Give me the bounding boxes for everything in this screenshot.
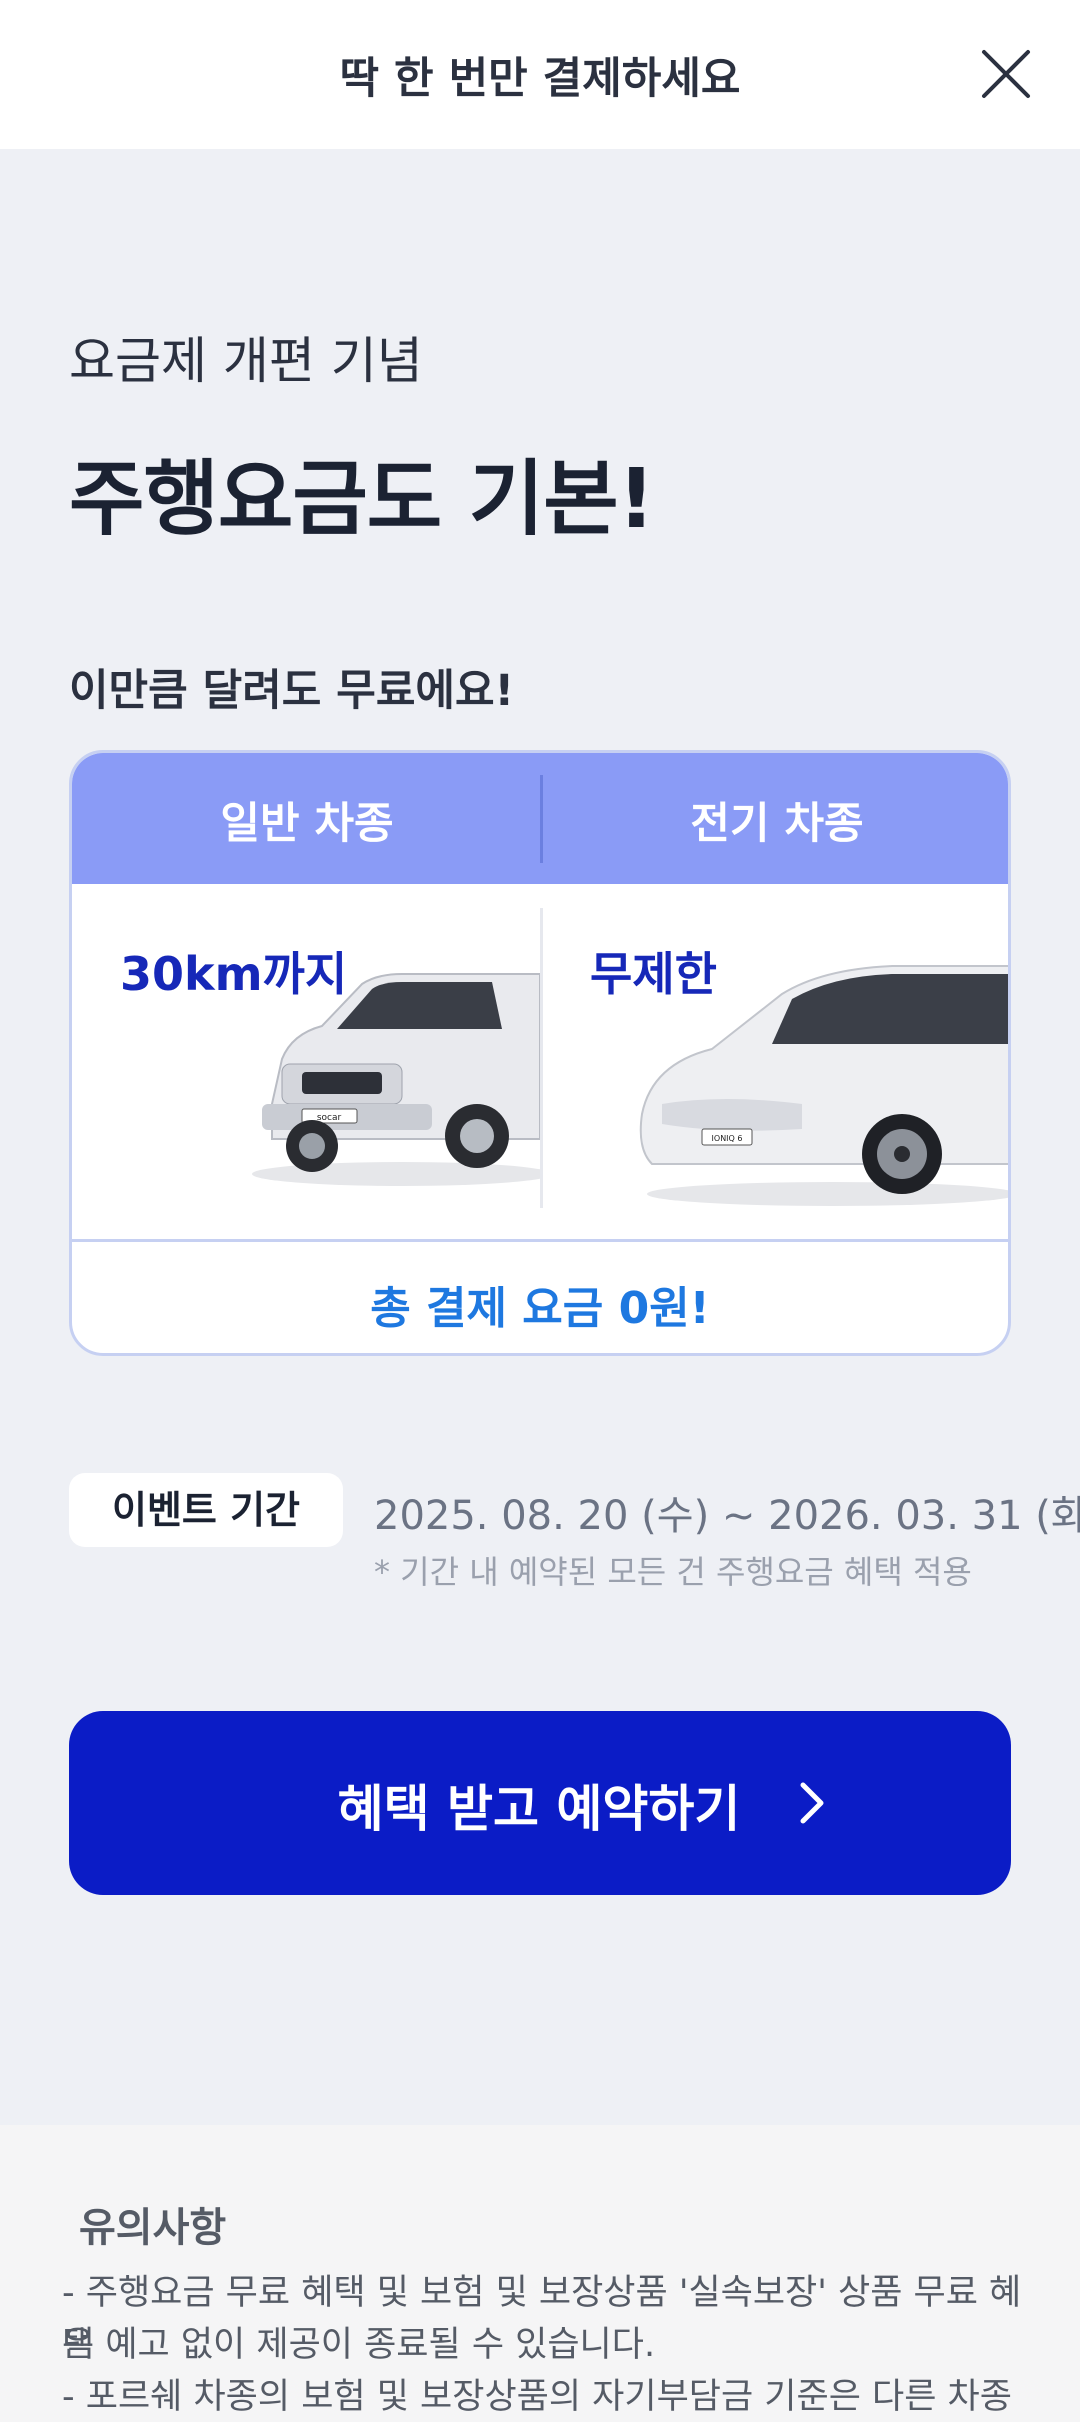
body-divider	[540, 908, 543, 1208]
pricing-card: 일반 차종 전기 차종 30km까지 socar 무제한 IONIQ 6 총 결…	[69, 750, 1011, 1356]
header: 딱 한 번만 결제하세요	[0, 0, 1080, 149]
column-title-ev: 전기 차종	[690, 799, 864, 849]
white-suv-image: socar	[252, 973, 540, 1186]
notice-item: 은 예고 없이 제공이 종료될 수 있습니다.	[62, 2325, 656, 2365]
card-body: 30km까지 socar 무제한 IONIQ 6	[72, 884, 1008, 1239]
total-price: 총 결제 요금 0원!	[370, 1283, 710, 1334]
event-period-badge: 이벤트 기간	[69, 1473, 343, 1547]
event-note: * 기간 내 예약된 모든 건 주행요금 혜택 적용	[374, 1553, 972, 1591]
promo-title: 주행요금도 기본!	[69, 452, 655, 547]
ev-plate-text: IONIQ 6	[712, 1134, 743, 1143]
promo-subtitle: 요금제 개편 기념	[69, 332, 423, 390]
column-title-regular: 일반 차종	[220, 799, 394, 849]
close-button[interactable]	[978, 46, 1034, 102]
notice-section: 유의사항 - 주행요금 무료 혜택 및 보험 및 보장상품 '실속보장' 상품 …	[0, 2125, 1080, 2422]
notice-title: 유의사항	[79, 2205, 227, 2251]
card-footer: 총 결제 요금 0원!	[72, 1239, 1008, 1353]
header-title: 딱 한 번만 결제하세요	[339, 54, 741, 104]
notice-item: - 포르쉐 차종의 보험 및 보장상품의 자기부담금 기준은 다른 차종과	[62, 2377, 1012, 2417]
close-icon	[982, 50, 1030, 98]
chevron-right-icon	[800, 1782, 824, 1824]
reserve-button[interactable]: 혜택 받고 예약하기	[69, 1711, 1011, 1895]
section-label: 이만큼 달려도 무료에요!	[69, 666, 515, 716]
white-ev-image: IONIQ 6	[639, 965, 1008, 1206]
card-header: 일반 차종 전기 차종	[72, 753, 1008, 884]
event-dates: 2025. 08. 20 (수) ~ 2026. 03. 31 (화)	[374, 1493, 1080, 1539]
